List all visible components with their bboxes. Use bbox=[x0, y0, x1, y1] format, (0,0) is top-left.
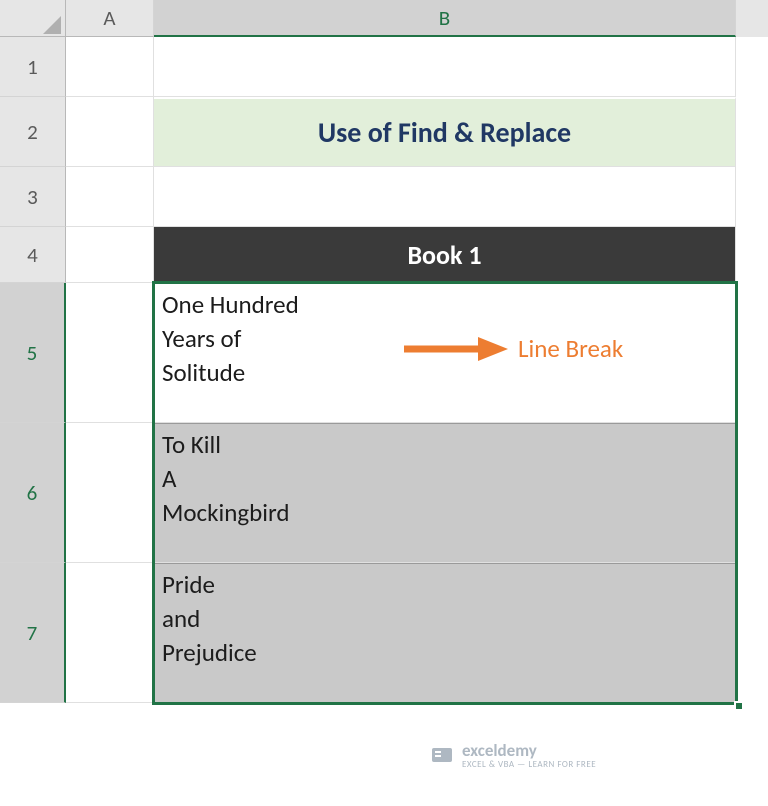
table-header-text: Book 1 bbox=[407, 239, 481, 271]
logo-icon bbox=[430, 743, 454, 767]
row-header-4[interactable]: 4 bbox=[0, 227, 66, 283]
table-row[interactable]: Pride and Prejudice bbox=[154, 563, 736, 703]
cell-A3[interactable] bbox=[66, 167, 154, 227]
cell-B1[interactable] bbox=[154, 37, 736, 97]
select-all-corner[interactable] bbox=[0, 0, 66, 37]
cell-text: To Kill A Mockingbird bbox=[162, 428, 290, 529]
title-text: Use of Find & Replace bbox=[318, 115, 571, 150]
row-headers: 1 2 3 4 5 6 7 bbox=[0, 37, 66, 703]
column-header-B[interactable]: B bbox=[154, 0, 736, 37]
row-header-2[interactable]: 2 bbox=[0, 97, 66, 167]
cell-A1[interactable] bbox=[66, 37, 154, 97]
cell-A2[interactable] bbox=[66, 97, 154, 167]
cell-text: Pride and Prejudice bbox=[162, 568, 257, 669]
row-header-7[interactable]: 7 bbox=[0, 563, 66, 703]
watermark: exceldemy EXCEL & VBA — LEARN FOR FREE bbox=[430, 740, 596, 770]
row-header-3[interactable]: 3 bbox=[0, 167, 66, 227]
row-header-5[interactable]: 5 bbox=[0, 283, 66, 423]
watermark-name: exceldemy bbox=[462, 740, 596, 761]
column-header-A[interactable]: A bbox=[66, 0, 154, 37]
table-row[interactable]: To Kill A Mockingbird bbox=[154, 423, 736, 563]
row-header-6[interactable]: 6 bbox=[0, 423, 66, 563]
select-all-triangle-icon bbox=[43, 16, 61, 34]
row-header-1[interactable]: 1 bbox=[0, 37, 66, 97]
cell-A6[interactable] bbox=[66, 423, 154, 563]
column-headers: A B bbox=[66, 0, 768, 37]
title-cell[interactable]: Use of Find & Replace bbox=[154, 97, 736, 167]
table-row[interactable]: One Hundred Years of Solitude bbox=[154, 283, 736, 423]
cell-text: One Hundred Years of Solitude bbox=[162, 288, 299, 389]
table-header-cell[interactable]: Book 1 bbox=[154, 227, 736, 283]
cell-A5[interactable] bbox=[66, 283, 154, 423]
cell-A7[interactable] bbox=[66, 563, 154, 703]
cell-B3[interactable] bbox=[154, 167, 736, 227]
cell-A4[interactable] bbox=[66, 227, 154, 283]
watermark-tagline: EXCEL & VBA — LEARN FOR FREE bbox=[462, 759, 596, 770]
